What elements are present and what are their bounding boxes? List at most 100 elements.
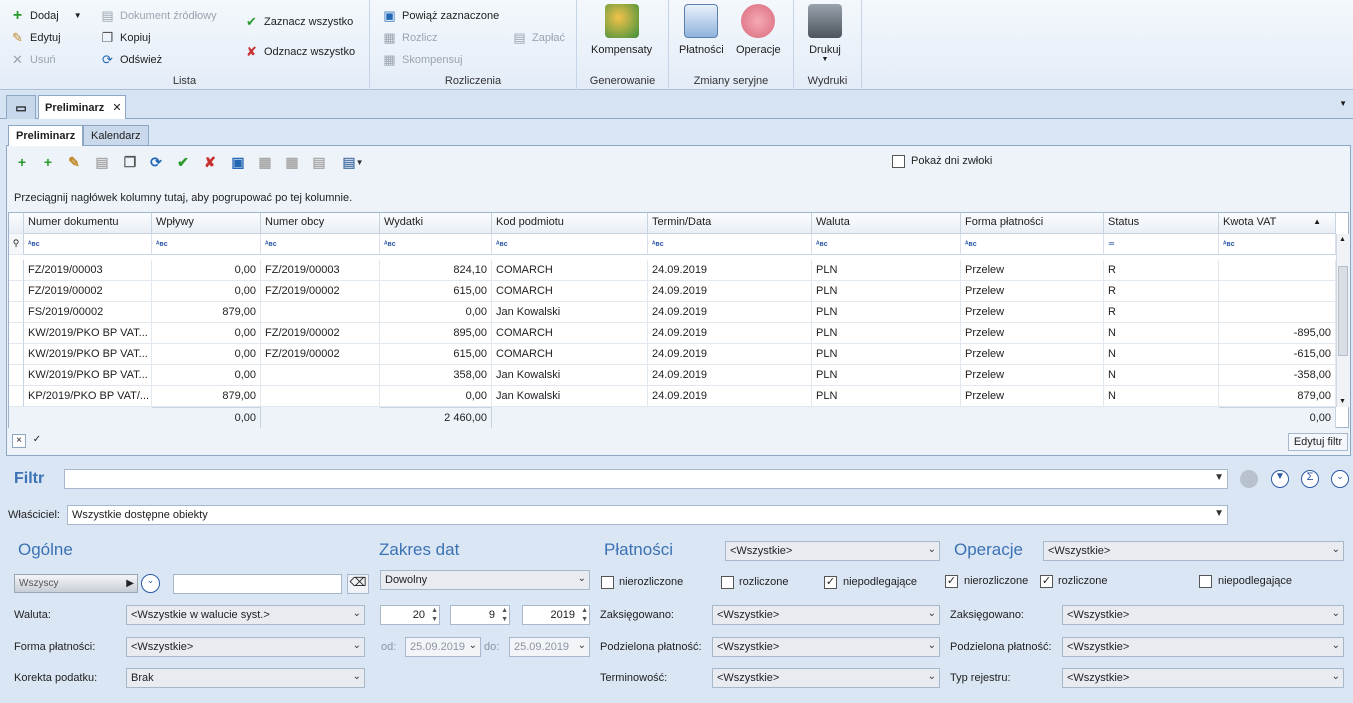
row-indicator[interactable]: [9, 365, 24, 386]
table-cell[interactable]: FZ/2019/00002: [261, 344, 380, 365]
edit-icon[interactable]: ✎: [66, 154, 82, 170]
tab-preliminarz-sub[interactable]: Preliminarz: [8, 125, 84, 146]
table-cell[interactable]: 0,00: [152, 344, 261, 365]
clear-filter-icon[interactable]: ×: [12, 434, 26, 448]
table-cell[interactable]: FZ/2019/00002: [261, 323, 380, 344]
row-indicator[interactable]: [9, 281, 24, 302]
table-cell[interactable]: FZ/2019/00002: [24, 281, 152, 302]
who-expand-icon[interactable]: ⌄: [141, 574, 160, 593]
table-cell[interactable]: -358,00: [1219, 365, 1336, 386]
copy-icon[interactable]: ❐: [122, 154, 138, 170]
table-cell[interactable]: PLN: [812, 344, 961, 365]
date-to[interactable]: 25.09.2019 ⌄: [509, 637, 590, 657]
platnosci-term-select[interactable]: <Wszystkie> ⌄: [712, 668, 940, 688]
tabs-dropdown-icon[interactable]: ▼: [1339, 99, 1347, 108]
table-cell[interactable]: N: [1104, 323, 1219, 344]
copy-button[interactable]: ❐ Kopiuj: [100, 30, 151, 45]
select-all-button[interactable]: ✔ Zaznacz wszystko: [244, 14, 353, 29]
operacje-rozliczone-checkbox[interactable]: ✓: [1040, 575, 1053, 588]
edit-filter-button[interactable]: Edytuj filtr: [1288, 433, 1348, 451]
column-header[interactable]: Wydatki: [380, 213, 492, 234]
add-icon[interactable]: +: [14, 154, 30, 170]
table-cell[interactable]: Przelew: [961, 344, 1104, 365]
table-cell[interactable]: Przelew: [961, 260, 1104, 281]
table-cell[interactable]: FS/2019/00002: [24, 302, 152, 323]
table-cell[interactable]: 615,00: [380, 281, 492, 302]
day-spinner[interactable]: 20 ▲ ▼: [380, 605, 440, 625]
platnosci-rozliczone-checkbox[interactable]: [721, 576, 734, 589]
date-from[interactable]: 25.09.2019 ⌄: [405, 637, 481, 657]
table-cell[interactable]: -615,00: [1219, 344, 1336, 365]
column-filter-cell[interactable]: ᴬʙᴄ: [648, 234, 812, 255]
table-cell[interactable]: Jan Kowalski: [492, 302, 648, 323]
spin-arrows-icon[interactable]: ▲ ▼: [431, 606, 438, 624]
year-spinner[interactable]: 2019 ▲ ▼: [522, 605, 590, 625]
column-header[interactable]: Termin/Data: [648, 213, 812, 234]
table-cell[interactable]: Przelew: [961, 323, 1104, 344]
column-header[interactable]: Forma płatności: [961, 213, 1104, 234]
table-cell[interactable]: N: [1104, 344, 1219, 365]
filter-input[interactable]: ▼: [64, 469, 1228, 489]
platnosci-podz-select[interactable]: <Wszystkie> ⌄: [712, 637, 940, 657]
show-delay-checkbox[interactable]: [892, 155, 905, 168]
platnosci-zaks-select[interactable]: <Wszystkie> ⌄: [712, 605, 940, 625]
table-cell[interactable]: N: [1104, 386, 1219, 407]
platnosci-nierozliczone-checkbox[interactable]: [601, 576, 614, 589]
source-document-button[interactable]: ▤ Dokument źródłowy: [100, 8, 216, 23]
payments-button[interactable]: Płatności: [679, 4, 724, 56]
refresh-button[interactable]: ⟳ Odśwież: [100, 52, 162, 67]
column-header[interactable]: Kwota VAT ▲: [1219, 213, 1336, 234]
apply-filter-icon[interactable]: ✓: [30, 434, 44, 448]
table-cell[interactable]: 895,00: [380, 323, 492, 344]
table-cell[interactable]: PLN: [812, 365, 961, 386]
spin-arrows-icon[interactable]: ▲ ▼: [501, 606, 508, 624]
tab-kalendarz[interactable]: Kalendarz: [83, 125, 149, 145]
row-indicator[interactable]: [9, 260, 24, 281]
table-cell[interactable]: R: [1104, 260, 1219, 281]
column-filter-cell[interactable]: ᴬʙᴄ: [812, 234, 961, 255]
table-cell[interactable]: 0,00: [152, 260, 261, 281]
date-range-select[interactable]: Dowolny ⌄: [380, 570, 590, 590]
row-indicator[interactable]: [9, 323, 24, 344]
table-cell[interactable]: PLN: [812, 302, 961, 323]
table-cell[interactable]: Jan Kowalski: [492, 365, 648, 386]
pay-button[interactable]: ▤ Zapłać: [512, 30, 565, 45]
uncheck-icon[interactable]: ✘: [202, 154, 218, 170]
table-cell[interactable]: 879,00: [152, 302, 261, 323]
owner-select[interactable]: Wszystkie dostępne obiekty ▼: [67, 505, 1228, 525]
pay-icon[interactable]: ▤: [311, 154, 327, 170]
table-cell[interactable]: 24.09.2019: [648, 281, 812, 302]
who-input[interactable]: [173, 574, 342, 594]
source-doc-icon[interactable]: ▤: [94, 154, 110, 170]
funnel-icon[interactable]: ▼: [1271, 470, 1289, 488]
column-filter-cell[interactable]: ᴬʙᴄ: [961, 234, 1104, 255]
table-cell[interactable]: FZ/2019/00003: [261, 260, 380, 281]
table-cell[interactable]: 24.09.2019: [648, 260, 812, 281]
compensate-button[interactable]: ▦ Skompensuj: [382, 52, 462, 67]
table-cell[interactable]: PLN: [812, 386, 961, 407]
settle-icon[interactable]: ▦: [257, 154, 273, 170]
table-cell[interactable]: 0,00: [380, 386, 492, 407]
table-cell[interactable]: FZ/2019/00002: [261, 281, 380, 302]
table-cell[interactable]: 0,00: [152, 281, 261, 302]
column-filter-cell[interactable]: ᴬʙᴄ: [492, 234, 648, 255]
table-cell[interactable]: KW/2019/PKO BP VAT...: [24, 365, 152, 386]
table-cell[interactable]: PLN: [812, 323, 961, 344]
table-cell[interactable]: Przelew: [961, 302, 1104, 323]
compensate-icon[interactable]: ▦: [284, 154, 300, 170]
korekta-select[interactable]: Brak ⌄: [126, 668, 365, 688]
table-cell[interactable]: Przelew: [961, 281, 1104, 302]
column-filter-cell[interactable]: ᴬʙᴄ: [152, 234, 261, 255]
eraser-icon[interactable]: ⌫: [347, 574, 369, 594]
table-cell[interactable]: 879,00: [152, 386, 261, 407]
who-selector[interactable]: Wszyscy ▶: [14, 574, 138, 593]
table-cell[interactable]: 0,00: [152, 365, 261, 386]
tab-preliminarz[interactable]: Preliminarz ✕: [38, 95, 126, 119]
column-header[interactable]: Kod podmiotu: [492, 213, 648, 234]
desktop-tab[interactable]: ▭: [6, 95, 36, 119]
table-cell[interactable]: 0,00: [380, 302, 492, 323]
table-cell[interactable]: COMARCH: [492, 344, 648, 365]
operacje-typ-select[interactable]: <Wszystkie> ⌄: [1062, 668, 1344, 688]
column-header[interactable]: Status: [1104, 213, 1219, 234]
delete-button[interactable]: ✕ Usuń: [10, 52, 56, 67]
